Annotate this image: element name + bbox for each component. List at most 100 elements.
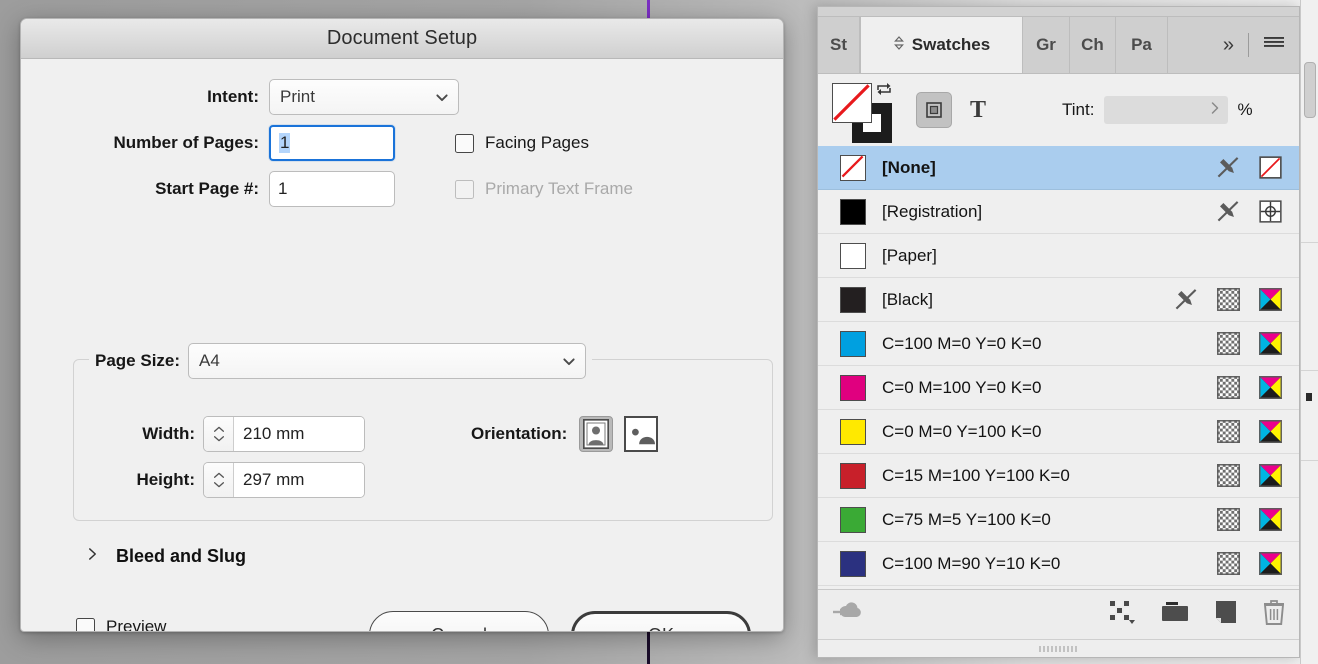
tab-paragraph[interactable]: Pa bbox=[1116, 17, 1168, 73]
new-color-group-icon[interactable] bbox=[1109, 600, 1135, 629]
cancel-button[interactable]: Cancel bbox=[369, 611, 549, 631]
page-size-label: Page Size: bbox=[95, 351, 181, 370]
swatch-list[interactable]: [None] [Registration] [Paper] [Black] C=100 … bbox=[818, 146, 1299, 589]
new-swatch-icon[interactable] bbox=[1215, 600, 1237, 629]
swatch-row[interactable]: [Registration] bbox=[818, 190, 1299, 234]
panel-tab-bar: St Swatches Gr Ch Pa » bbox=[818, 17, 1299, 74]
swatch-row[interactable]: C=75 M=5 Y=100 K=0 bbox=[818, 498, 1299, 542]
tab-overflow-button[interactable]: » bbox=[1223, 34, 1234, 57]
intent-value: Print bbox=[280, 87, 315, 106]
facing-pages-checkbox[interactable] bbox=[455, 133, 474, 153]
swatch-row[interactable]: [Paper] bbox=[818, 234, 1299, 278]
tint-grid-icon bbox=[1215, 463, 1241, 489]
format-affects-text-button[interactable]: T bbox=[970, 97, 986, 124]
landscape-icon bbox=[627, 421, 656, 447]
tab-stroke-label: St bbox=[830, 35, 847, 54]
swatch-name: [None] bbox=[882, 157, 936, 177]
bleed-and-slug-disclosure[interactable]: Bleed and Slug bbox=[87, 546, 246, 567]
width-row: Width: 210 mm Orientation: bbox=[105, 416, 659, 452]
page-size-value: A4 bbox=[199, 351, 220, 370]
fill-none-icon bbox=[833, 84, 870, 121]
cmyk-icon bbox=[1257, 463, 1283, 489]
swatch-color-chip bbox=[840, 418, 866, 445]
swatch-row[interactable]: C=100 M=90 Y=10 K=0 bbox=[818, 542, 1299, 586]
tab-swatches[interactable]: Swatches bbox=[860, 17, 1023, 73]
height-stepper-arrows[interactable] bbox=[204, 463, 234, 497]
width-stepper-arrows[interactable] bbox=[204, 417, 234, 451]
format-affects-container-button[interactable] bbox=[916, 92, 952, 128]
swatch-name: C=0 M=100 Y=0 K=0 bbox=[882, 377, 1042, 397]
page-size-select[interactable]: A4 bbox=[188, 343, 587, 379]
cmyk-icon bbox=[1257, 375, 1283, 401]
tab-divider bbox=[1248, 33, 1249, 57]
preview-checkbox-row[interactable]: Preview bbox=[76, 617, 166, 631]
tint-grid-icon bbox=[1215, 507, 1241, 533]
fill-stroke-control[interactable] bbox=[832, 81, 894, 143]
swatch-name: [Registration] bbox=[882, 201, 983, 221]
tint-input[interactable] bbox=[1104, 96, 1229, 124]
dialog-button-row: Cancel OK bbox=[369, 611, 751, 631]
intent-row: Intent: Print bbox=[21, 79, 783, 115]
width-stepper[interactable]: 210 mm bbox=[203, 416, 365, 452]
tint-unit-label: % bbox=[1237, 100, 1253, 119]
number-of-pages-label: Number of Pages: bbox=[113, 133, 259, 152]
panel-collapse-icon bbox=[893, 35, 905, 56]
swatches-footer-actions bbox=[1109, 599, 1285, 630]
swatch-row-icons bbox=[1215, 190, 1283, 233]
height-value[interactable]: 297 mm bbox=[234, 463, 364, 497]
bleed-and-slug-label: Bleed and Slug bbox=[116, 546, 247, 566]
width-label: Width: bbox=[142, 424, 195, 443]
swatch-name: C=0 M=0 Y=100 K=0 bbox=[882, 421, 1042, 441]
chevron-down-icon bbox=[213, 436, 224, 442]
rail-divider bbox=[1301, 242, 1318, 243]
panel-resize-grip[interactable] bbox=[818, 639, 1299, 657]
swatch-row[interactable]: [Black] bbox=[818, 278, 1299, 322]
rail-marker-icon bbox=[1306, 393, 1312, 401]
facing-pages-checkbox-row[interactable]: Facing Pages bbox=[455, 133, 589, 153]
right-dock-rail bbox=[1300, 0, 1318, 664]
cmyk-icon bbox=[1257, 551, 1283, 577]
ok-button[interactable]: OK bbox=[571, 611, 751, 631]
format-container-icon bbox=[926, 102, 942, 118]
swatch-name: C=75 M=5 Y=100 K=0 bbox=[882, 509, 1051, 529]
swatch-row[interactable]: C=0 M=100 Y=0 K=0 bbox=[818, 366, 1299, 410]
swap-fill-stroke-icon[interactable] bbox=[876, 81, 892, 97]
swatch-row-icons bbox=[1173, 278, 1283, 321]
height-row: Height: 297 mm bbox=[105, 462, 365, 498]
delete-swatch-icon[interactable] bbox=[1263, 599, 1285, 630]
tab-gradient[interactable]: Gr bbox=[1023, 17, 1070, 73]
swatches-panel-footer bbox=[818, 589, 1299, 639]
intent-select[interactable]: Print bbox=[269, 79, 459, 115]
registration-icon bbox=[1257, 199, 1283, 225]
start-page-input[interactable]: 1 bbox=[269, 171, 395, 207]
fill-swatch[interactable] bbox=[832, 83, 872, 123]
tab-character[interactable]: Ch bbox=[1070, 17, 1116, 73]
swatch-row[interactable]: C=15 M=100 Y=100 K=0 bbox=[818, 454, 1299, 498]
height-stepper[interactable]: 297 mm bbox=[203, 462, 365, 498]
tab-swatches-label: Swatches bbox=[911, 35, 991, 54]
document-settings-form: Intent: Print Number of Pages: 1 Facing … bbox=[21, 79, 783, 217]
preview-checkbox[interactable] bbox=[76, 617, 95, 631]
number-of-pages-input[interactable]: 1 bbox=[269, 125, 395, 161]
swatch-row[interactable]: [None] bbox=[818, 146, 1299, 190]
swatch-color-chip bbox=[840, 374, 866, 401]
orientation-landscape-button[interactable] bbox=[624, 416, 659, 452]
tint-grid-icon bbox=[1215, 419, 1241, 445]
width-value[interactable]: 210 mm bbox=[234, 417, 364, 451]
facing-pages-label: Facing Pages bbox=[485, 133, 589, 152]
swatch-row[interactable]: C=0 M=0 Y=100 K=0 bbox=[818, 410, 1299, 454]
tint-grid-icon bbox=[1215, 551, 1241, 577]
chevron-down-icon bbox=[562, 354, 575, 366]
panel-top-strip bbox=[818, 7, 1299, 17]
swatch-row-icons bbox=[1215, 146, 1283, 189]
hamburger-menu-icon[interactable] bbox=[1263, 34, 1285, 57]
color-group-folder-icon[interactable] bbox=[1161, 601, 1189, 628]
tab-stroke[interactable]: St bbox=[818, 17, 860, 73]
orientation-portrait-button[interactable] bbox=[579, 416, 614, 452]
right-rail-thumb[interactable] bbox=[1304, 62, 1316, 118]
number-of-pages-row: Number of Pages: 1 Facing Pages bbox=[21, 125, 783, 161]
cc-library-icon[interactable] bbox=[832, 600, 866, 629]
swatch-row[interactable]: C=100 M=0 Y=0 K=0 bbox=[818, 322, 1299, 366]
page-title: Document Setup bbox=[326, 27, 478, 49]
chevron-right-icon[interactable] bbox=[1210, 101, 1220, 120]
